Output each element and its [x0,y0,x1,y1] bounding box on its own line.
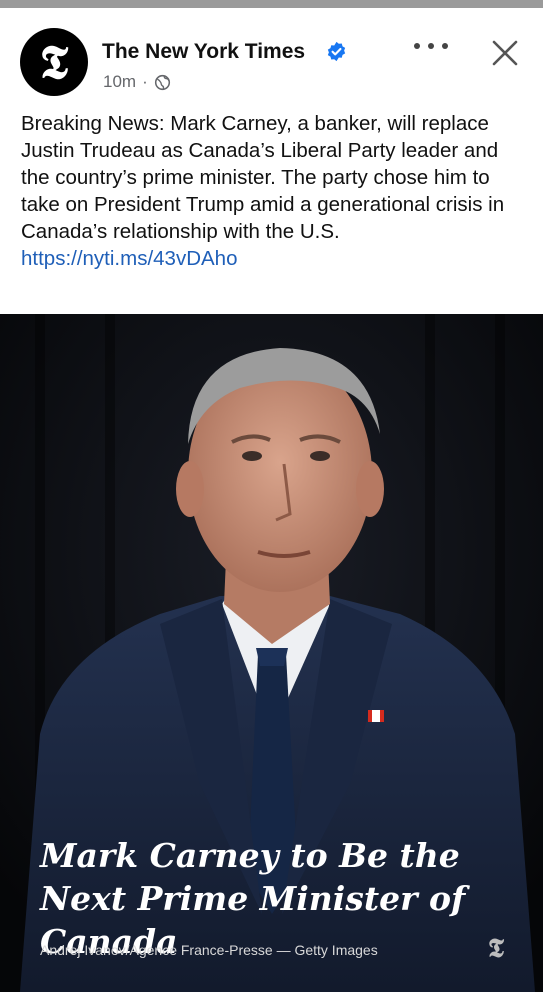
post-image[interactable]: Mark Carney to Be the Next Prime Ministe… [0,314,543,992]
post-header: 𝕿 The New York Times 10m · [0,8,543,108]
page-avatar[interactable]: 𝕿 [20,28,88,96]
nyt-watermark-icon: 𝕿 [488,934,504,964]
photo-credit: Andrej Ivanov/Agence France-Presse — Get… [40,942,378,958]
post-body: Breaking News: Mark Carney, a banker, wi… [21,112,505,243]
post-text: Breaking News: Mark Carney, a banker, wi… [21,110,526,272]
close-icon[interactable] [490,38,520,68]
globe-icon [154,74,170,90]
meta-separator: · [142,72,148,91]
post-link[interactable]: https://nyti.ms/43vDAho [21,247,237,270]
page-name[interactable]: The New York Times [102,40,305,64]
top-edge [0,0,543,8]
post-time[interactable]: 10m [103,72,136,92]
post-meta: 10m · [103,72,171,92]
nyt-logo: 𝕿 [39,35,69,89]
verified-badge-icon [327,41,346,62]
more-options-icon[interactable] [414,36,448,56]
bottom-edge [0,992,543,1000]
